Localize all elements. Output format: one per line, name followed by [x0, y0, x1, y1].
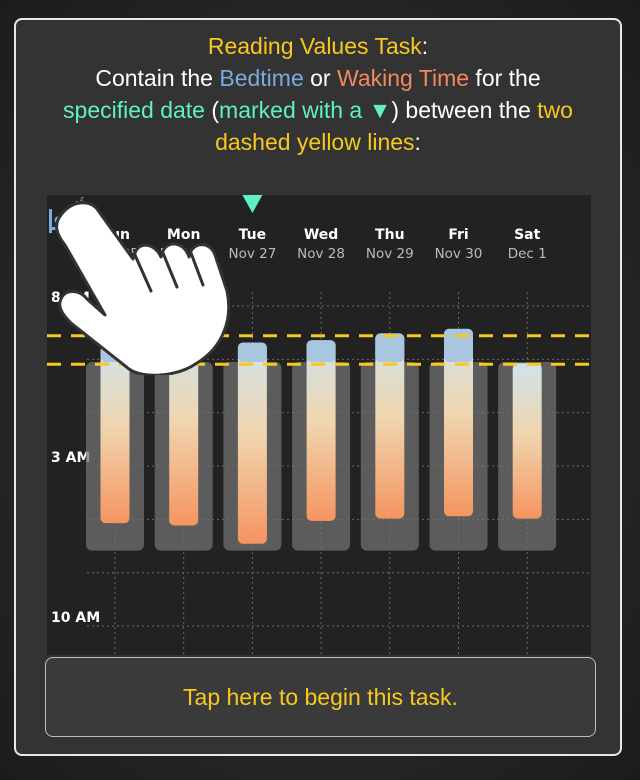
y-tick-label: 10 AM [51, 610, 100, 626]
dashed-lines-term: dashed yellow lines [215, 129, 415, 155]
text-fragment: for the [469, 65, 541, 91]
sleep-bar [512, 363, 542, 519]
specified-date-term: specified date [63, 97, 205, 123]
task-title: Reading Values Task [207, 33, 422, 59]
marker-note: marked with a ▼ [219, 97, 392, 123]
waking-term: Waking Time [336, 65, 470, 91]
x-tick-date: Nov 28 [297, 246, 345, 262]
title-colon: : [421, 33, 429, 59]
x-tick-date: Dec 1 [508, 246, 547, 262]
x-tick-date: Nov 29 [366, 246, 414, 262]
instruction-line-2: Contain the Bedtime or Waking Time for t… [16, 62, 620, 94]
bedtime-cap [375, 333, 405, 363]
instruction-line-1: Reading Values Task: [16, 30, 620, 62]
text-fragment: ) between the [391, 97, 538, 123]
x-tick-day: Thu [375, 227, 404, 243]
instruction-line-3: specified date (marked with a ▼) between… [16, 94, 620, 126]
x-tick-date: Nov 30 [435, 246, 483, 262]
x-tick-day: Fri [448, 227, 468, 243]
text-fragment: Contain the [95, 65, 220, 91]
bedtime-cap [444, 328, 473, 363]
y-tick-label: 3 AM [51, 450, 90, 466]
x-tick-day: Wed [304, 227, 338, 243]
task-card: Reading Values Task: Contain the Bedtime… [14, 18, 622, 756]
sleep-chart: 8 PM3 AM10 AMSunNov 25MonNov 26TueNov 27… [47, 195, 591, 655]
pointing-hand-icon [55, 201, 231, 375]
task-instructions: Reading Values Task: Contain the Bedtime… [16, 30, 620, 158]
instruction-line-4: dashed yellow lines: [16, 126, 620, 158]
sleep-bar [306, 340, 336, 521]
text-fragment: ( [204, 97, 220, 123]
text-fragment: or [303, 65, 337, 91]
bedtime-cap [306, 340, 336, 363]
two-term: two [537, 97, 573, 123]
begin-task-button[interactable]: Tap here to begin this task. [45, 657, 596, 737]
text-fragment: : [414, 129, 421, 155]
bedtime-term: Bedtime [219, 65, 304, 91]
x-tick-day: Sat [514, 227, 541, 243]
